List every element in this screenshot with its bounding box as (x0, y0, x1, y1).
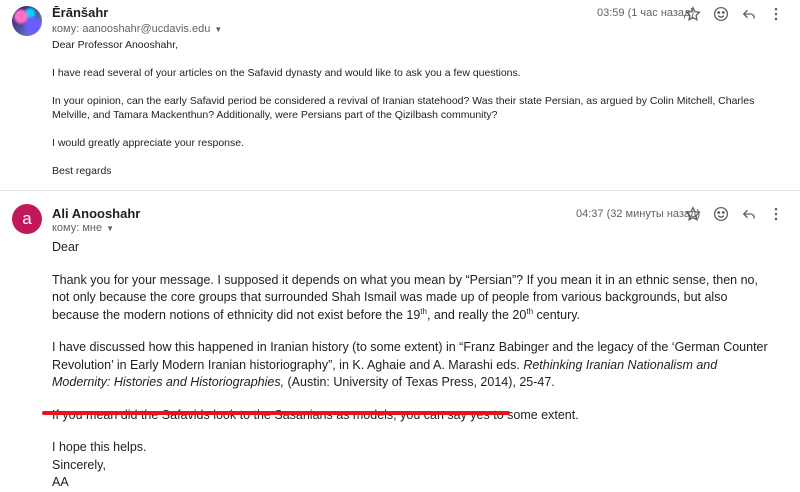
message-time: 04:37 (32 минуты назад) (576, 208, 701, 220)
red-underline-annotation (42, 411, 510, 415)
star-icon[interactable] (683, 4, 703, 24)
sender-avatar[interactable] (12, 6, 42, 36)
paragraph: In your opinion, can the early Safavid p… (52, 95, 755, 121)
chevron-down-icon[interactable]: ▼ (214, 25, 222, 34)
closing-line: Sincerely, (52, 457, 106, 472)
paragraph: I would greatly appreciate your response… (52, 137, 245, 149)
signoff: Best regards (52, 165, 112, 177)
message-time: 03:59 (1 час назад) (597, 7, 695, 19)
avatar[interactable]: a (12, 204, 42, 234)
recipient-details[interactable]: кому: мне ▼ (52, 222, 114, 234)
greeting: Dear Professor Anooshahr, (52, 39, 179, 51)
more-vert-icon[interactable] (766, 4, 786, 24)
paragraph-text: Thank you for your message. I supposed i… (52, 272, 758, 322)
chevron-down-icon[interactable]: ▼ (106, 224, 114, 233)
star-icon[interactable] (683, 204, 703, 224)
recipient-label: кому: мне (52, 222, 103, 234)
reply-icon[interactable] (739, 204, 759, 224)
superscript: th (420, 306, 427, 316)
superscript: th (526, 306, 534, 316)
paragraph: I have read several of your articles on … (52, 67, 521, 79)
reply-icon[interactable] (739, 4, 759, 24)
paragraph: I have discussed how this happened in Ir… (52, 339, 777, 392)
paragraph-text: , and really the 20 (426, 307, 527, 322)
paragraph-highlighted: If you mean did the Safavids look to the… (52, 407, 579, 422)
recipient-details[interactable]: кому: aanooshahr@ucdavis.edu ▼ (52, 23, 222, 35)
sender-name[interactable]: Ērānšahr (52, 5, 108, 20)
email-message-1: Ērānšahr кому: aanooshahr@ucdavis.edu ▼ … (0, 0, 800, 190)
message-body: Dear Professor Anooshahr, I have read se… (52, 38, 772, 192)
message-body: Dear Thank you for your message. I suppo… (52, 239, 777, 492)
paragraph-text: (Austin: University of Texas Press, 2014… (284, 375, 555, 389)
emoji-icon[interactable] (711, 4, 731, 24)
recipient-label: кому: aanooshahr@ucdavis.edu (52, 23, 211, 35)
more-vert-icon[interactable] (766, 204, 786, 224)
paragraph-text: century. (533, 307, 581, 322)
paragraph: Thank you for your message. I supposed i… (52, 272, 777, 325)
closing-line: I hope this helps. (52, 440, 147, 454)
sender-name[interactable]: Ali Anooshahr (52, 206, 140, 221)
greeting: Dear (52, 240, 80, 254)
emoji-icon[interactable] (711, 204, 731, 224)
